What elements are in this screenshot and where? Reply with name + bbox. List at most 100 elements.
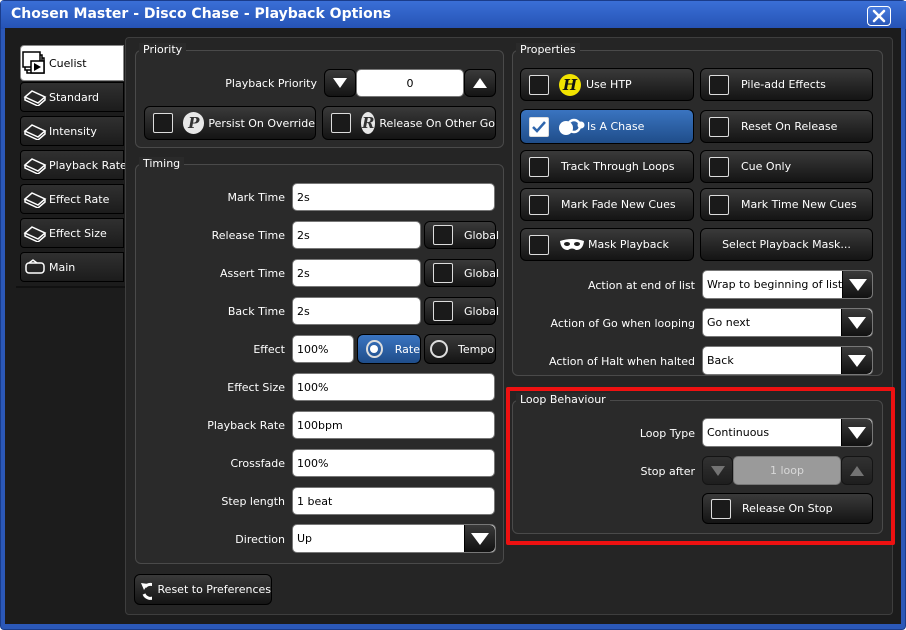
effect-size-label: Effect Size xyxy=(227,381,285,394)
checkbox xyxy=(433,225,453,245)
loop-behaviour-highlight xyxy=(506,387,895,545)
title-bar: Chosen Master - Disco Chase - Playback O… xyxy=(1,1,906,29)
cue-only-button[interactable]: Cue Only xyxy=(700,150,873,183)
direction-dropdown[interactable]: Up xyxy=(292,524,496,553)
release-on-other-go-button[interactable]: R Release On Other Go xyxy=(322,106,496,140)
tab-label: Cuelist xyxy=(49,56,87,70)
checkbox xyxy=(331,113,351,133)
tab-effect-size[interactable]: Effect Size xyxy=(20,218,124,248)
tab-shadow xyxy=(16,286,125,288)
mark-time-label: Mark Time New Cues xyxy=(741,198,857,211)
tab-effect-rate[interactable]: Effect Rate xyxy=(20,184,124,214)
triangle-up-icon xyxy=(473,78,487,88)
assert-time-field[interactable]: 2s xyxy=(292,259,421,287)
fader-icon xyxy=(21,85,49,109)
select-playback-mask-button[interactable]: Select Playback Mask... xyxy=(700,228,873,261)
mark-time-label: Mark Time xyxy=(227,191,285,204)
back-time-global-toggle[interactable]: Global xyxy=(424,297,499,325)
direction-label: Direction xyxy=(235,533,285,546)
step-length-field[interactable]: 1 beat xyxy=(292,487,495,515)
tab-intensity[interactable]: Intensity xyxy=(20,116,124,146)
priority-increase-button[interactable] xyxy=(464,69,496,97)
action-halt-label: Action of Halt when halted xyxy=(549,355,695,368)
mark-fade-label: Mark Fade New Cues xyxy=(561,198,676,211)
mask-playback-button[interactable]: Mask Playback xyxy=(520,228,694,261)
tab-label: Playback Rate xyxy=(49,158,127,172)
pile-add-effects-button[interactable]: Pile-add Effects xyxy=(700,68,873,101)
persist-label: Persist On Override xyxy=(208,116,315,130)
direction-value: Up xyxy=(297,532,313,545)
checkbox xyxy=(529,74,549,95)
back-time-field[interactable]: 2s xyxy=(292,297,421,325)
tab-playback-rate[interactable]: Playback Rate xyxy=(20,150,127,180)
action-go-value: Go next xyxy=(707,316,751,329)
crossfade-label: Crossfade xyxy=(230,457,285,470)
radio-selected xyxy=(366,340,383,358)
effect-size-field[interactable]: 100% xyxy=(292,373,495,401)
checkbox xyxy=(433,263,453,283)
action-end-dropdown[interactable]: Wrap to beginning of list xyxy=(702,270,873,299)
assert-time-global-toggle[interactable]: Global xyxy=(424,259,499,287)
tab-label: Standard xyxy=(49,90,100,104)
mark-time-field[interactable]: 2s xyxy=(292,183,495,211)
reset-on-release-button[interactable]: Reset On Release xyxy=(700,110,873,143)
checkbox xyxy=(709,74,729,95)
checkbox xyxy=(529,194,549,215)
cue-only-label: Cue Only xyxy=(741,160,792,173)
release-time-global-toggle[interactable]: Global xyxy=(424,221,499,249)
close-button[interactable] xyxy=(867,6,891,26)
release-time-label: Release Time xyxy=(211,229,285,242)
close-icon xyxy=(872,9,886,23)
use-htp-button[interactable]: H Use HTP xyxy=(520,68,694,101)
action-end-label: Action at end of list xyxy=(588,279,695,292)
effect-field[interactable]: 100% xyxy=(292,335,354,363)
priority-legend: Priority xyxy=(139,43,187,56)
priority-decrease-button[interactable] xyxy=(324,69,356,97)
persist-on-override-button[interactable]: P Persist On Override xyxy=(144,106,316,140)
checkbox xyxy=(433,301,453,321)
properties-legend: Properties xyxy=(516,43,580,56)
tempo-label: Tempo xyxy=(458,342,495,356)
tab-cuelist[interactable]: Cuelist xyxy=(20,45,124,81)
pile-add-label: Pile-add Effects xyxy=(741,78,826,91)
mark-time-new-cues-button[interactable]: Mark Time New Cues xyxy=(700,188,873,221)
playback-rate-field[interactable]: 100bpm xyxy=(292,411,495,439)
reset-to-preferences-button[interactable]: Reset to Preferences xyxy=(134,574,272,605)
mark-fade-new-cues-button[interactable]: Mark Fade New Cues xyxy=(520,188,694,221)
tab-main[interactable]: Main xyxy=(20,252,124,282)
crossfade-field[interactable]: 100% xyxy=(292,449,495,477)
track-through-loops-button[interactable]: Track Through Loops xyxy=(520,150,694,183)
back-time-label: Back Time xyxy=(227,305,285,318)
checkbox xyxy=(709,194,729,215)
effect-tempo-radio[interactable]: Tempo xyxy=(424,334,496,364)
release-time-field[interactable]: 2s xyxy=(292,221,421,249)
persist-p-icon: P xyxy=(183,112,205,134)
chase-icon xyxy=(559,118,585,135)
effect-rate-radio[interactable]: Rate xyxy=(357,334,421,364)
playback-priority-field[interactable]: 0 xyxy=(356,69,464,97)
timing-legend: Timing xyxy=(139,157,185,170)
mask-icon xyxy=(560,238,584,250)
triangle-down-icon xyxy=(333,78,347,88)
checkmark-icon xyxy=(532,120,546,133)
checkbox-checked xyxy=(529,116,549,137)
action-halt-value: Back xyxy=(707,354,734,367)
reset-on-release-label: Reset On Release xyxy=(741,120,838,133)
is-a-chase-button[interactable]: Is A Chase xyxy=(520,109,694,144)
window-title: Chosen Master - Disco Chase - Playback O… xyxy=(11,6,391,22)
tab-label: Main xyxy=(49,260,76,274)
rate-label: Rate xyxy=(394,342,420,356)
effect-label: Effect xyxy=(253,343,285,356)
chevron-down-icon xyxy=(841,309,872,336)
action-go-dropdown[interactable]: Go next xyxy=(702,308,873,337)
use-htp-label: Use HTP xyxy=(586,78,632,91)
tab-label: Effect Rate xyxy=(49,192,110,206)
htp-h-icon: H xyxy=(559,73,581,96)
mask-playback-label: Mask Playback xyxy=(588,238,669,251)
fader-icon xyxy=(21,119,49,143)
tab-standard[interactable]: Standard xyxy=(20,82,124,112)
playback-rate-label: Playback Rate xyxy=(207,419,285,432)
action-halt-dropdown[interactable]: Back xyxy=(702,346,873,375)
assert-time-label: Assert Time xyxy=(219,267,285,280)
checkbox xyxy=(709,116,729,137)
